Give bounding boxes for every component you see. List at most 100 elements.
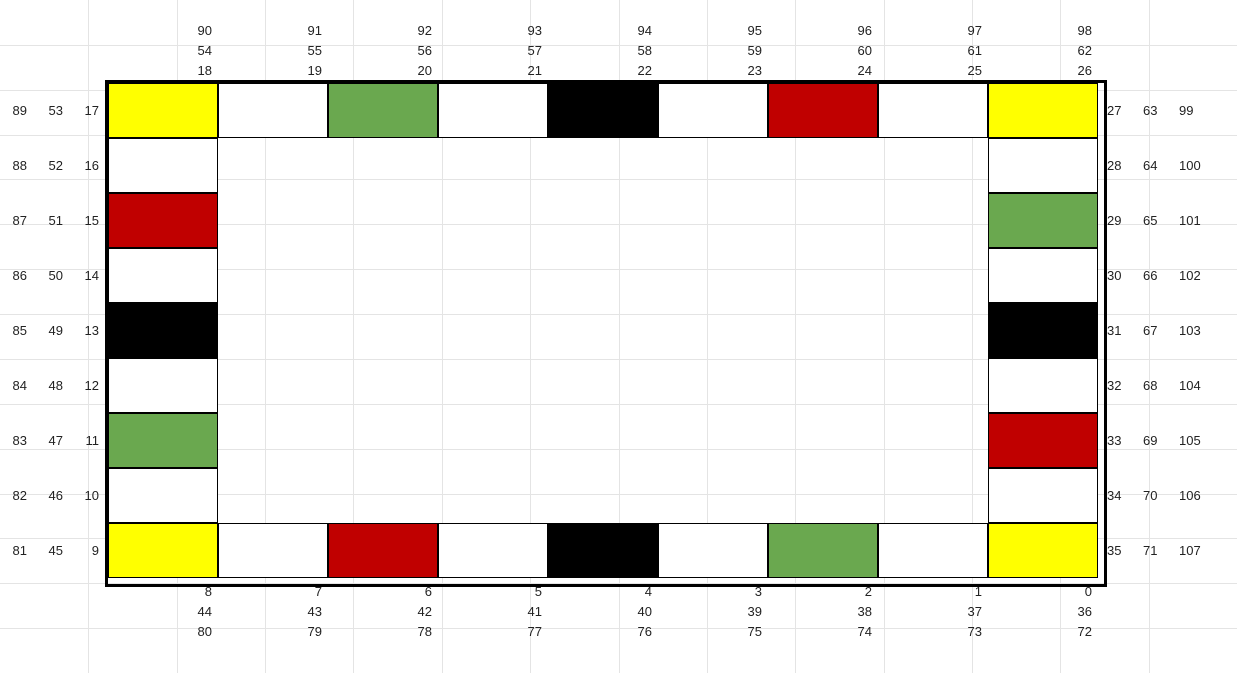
top-num: 59 — [658, 40, 768, 60]
right-num: 99 — [1173, 83, 1209, 138]
right-num: 32 — [1101, 358, 1137, 413]
top-2-cell — [328, 83, 438, 138]
bottom-5-cell — [658, 523, 768, 578]
top-num: 93 — [438, 20, 548, 40]
top-num: 62 — [988, 40, 1098, 60]
bottom-4-cell — [548, 523, 658, 578]
bottom-num: 44 — [108, 601, 218, 621]
left-num: 82 — [0, 468, 33, 523]
left-num: 86 — [0, 248, 33, 303]
bottom-num: 41 — [438, 601, 548, 621]
left-num: 88 — [0, 138, 33, 193]
right-num: 69 — [1137, 413, 1173, 468]
right-num: 104 — [1173, 358, 1209, 413]
bottom-num: 42 — [328, 601, 438, 621]
bottom-2-cell — [328, 523, 438, 578]
left-7-cell — [108, 468, 218, 523]
right-num: 67 — [1137, 303, 1173, 358]
spreadsheet-board: 9091929394959697985455565758596061621819… — [0, 0, 1237, 673]
left-3-cell — [108, 248, 218, 303]
left-num: 45 — [33, 523, 69, 578]
bottom-num: 72 — [988, 621, 1098, 641]
top-num: 98 — [988, 20, 1098, 40]
left-num: 89 — [0, 83, 33, 138]
left-num: 83 — [0, 413, 33, 468]
top-num: 23 — [658, 60, 768, 80]
right-5-cell — [988, 358, 1098, 413]
right-num: 70 — [1137, 468, 1173, 523]
left-0-cell — [108, 83, 218, 138]
right-num: 68 — [1137, 358, 1173, 413]
right-num: 30 — [1101, 248, 1137, 303]
left-num: 53 — [33, 83, 69, 138]
left-num: 9 — [69, 523, 105, 578]
board-frame — [105, 80, 1107, 587]
right-1-cell — [988, 138, 1098, 193]
left-num: 14 — [69, 248, 105, 303]
right-num: 66 — [1137, 248, 1173, 303]
right-num: 29 — [1101, 193, 1137, 248]
bottom-3-cell — [438, 523, 548, 578]
top-7-cell — [878, 83, 988, 138]
top-num: 97 — [878, 20, 988, 40]
right-7-cell — [988, 468, 1098, 523]
top-num: 60 — [768, 40, 878, 60]
top-num: 55 — [218, 40, 328, 60]
top-num: 26 — [988, 60, 1098, 80]
right-num: 107 — [1173, 523, 1209, 578]
bottom-6-cell — [768, 523, 878, 578]
top-3-cell — [438, 83, 548, 138]
left-num: 85 — [0, 303, 33, 358]
top-num: 58 — [548, 40, 658, 60]
bottom-num: 74 — [768, 621, 878, 641]
left-num: 17 — [69, 83, 105, 138]
top-num: 20 — [328, 60, 438, 80]
bottom-num: 37 — [878, 601, 988, 621]
top-num: 92 — [328, 20, 438, 40]
left-1-cell — [108, 138, 218, 193]
top-num: 21 — [438, 60, 548, 80]
top-num: 19 — [218, 60, 328, 80]
right-3-cell — [988, 248, 1098, 303]
top-num: 25 — [878, 60, 988, 80]
bottom-num: 38 — [768, 601, 878, 621]
right-0-cell — [988, 83, 1098, 138]
right-num: 71 — [1137, 523, 1173, 578]
top-1-cell — [218, 83, 328, 138]
bottom-num: 78 — [328, 621, 438, 641]
left-num: 16 — [69, 138, 105, 193]
top-num: 90 — [108, 20, 218, 40]
bottom-num: 4 — [548, 581, 658, 601]
right-num: 100 — [1173, 138, 1209, 193]
bottom-num: 40 — [548, 601, 658, 621]
right-num: 65 — [1137, 193, 1173, 248]
left-num: 84 — [0, 358, 33, 413]
right-num: 102 — [1173, 248, 1209, 303]
right-8-cell — [988, 523, 1098, 578]
bottom-num: 0 — [988, 581, 1098, 601]
right-num: 64 — [1137, 138, 1173, 193]
top-num: 56 — [328, 40, 438, 60]
top-num: 22 — [548, 60, 658, 80]
bottom-1-cell — [218, 523, 328, 578]
top-num: 94 — [548, 20, 658, 40]
left-num: 81 — [0, 523, 33, 578]
left-6-cell — [108, 413, 218, 468]
left-8-cell — [108, 523, 218, 578]
right-num: 33 — [1101, 413, 1137, 468]
bottom-num: 6 — [328, 581, 438, 601]
left-num: 15 — [69, 193, 105, 248]
right-num: 101 — [1173, 193, 1209, 248]
bottom-num: 7 — [218, 581, 328, 601]
top-num: 91 — [218, 20, 328, 40]
left-num: 47 — [33, 413, 69, 468]
right-6-cell — [988, 413, 1098, 468]
top-num: 95 — [658, 20, 768, 40]
left-num: 51 — [33, 193, 69, 248]
bottom-num: 80 — [108, 621, 218, 641]
bottom-num: 8 — [108, 581, 218, 601]
right-num: 103 — [1173, 303, 1209, 358]
left-num: 46 — [33, 468, 69, 523]
left-num: 11 — [69, 413, 105, 468]
left-num: 49 — [33, 303, 69, 358]
